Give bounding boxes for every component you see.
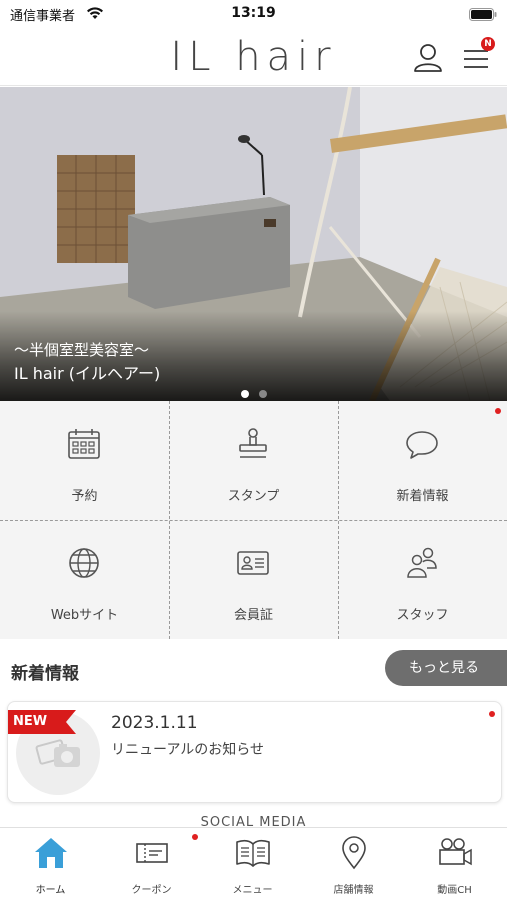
tab-label: ホーム [35, 885, 66, 896]
menu-label: 予約 [71, 489, 98, 504]
new-tag: NEW [8, 710, 76, 734]
feature-menu-grid: 予約 スタンプ 新着情報 Webサイト 会員証 スタッフ [0, 401, 507, 639]
news-date: 2023.1.11 [111, 713, 198, 733]
menu-label: スタッフ [396, 608, 449, 623]
unread-indicator [192, 834, 198, 840]
tab-label: メニュー [232, 885, 273, 896]
menu-item-stamp[interactable]: スタンプ [169, 401, 338, 520]
video-camera-icon [439, 838, 472, 866]
calendar-icon [68, 429, 100, 459]
coupon-icon [136, 843, 168, 863]
member-card-icon [237, 551, 269, 575]
slider-dot[interactable] [240, 390, 249, 398]
menu-item-member-card[interactable]: 会員証 [169, 520, 338, 639]
tab-label: クーポン [131, 885, 172, 896]
menu-label: 会員証 [233, 608, 273, 623]
home-icon [35, 838, 67, 868]
tab-label: 店舗情報 [333, 885, 374, 896]
tab-store-info[interactable]: 店舗情報 [303, 828, 404, 900]
app-header: IL hair N [0, 30, 507, 86]
menu-item-website[interactable]: Webサイト [0, 520, 169, 639]
staff-icon [407, 547, 437, 578]
menu-label: スタンプ [227, 489, 280, 504]
see-more-button[interactable]: もっと見る [385, 650, 507, 686]
slider-pagination [0, 383, 507, 401]
news-section-title: 新着情報 [11, 664, 79, 684]
menu-item-reservation[interactable]: 予約 [0, 401, 169, 520]
news-item-card[interactable]: NEW 2023.1.11 リニューアルのお知らせ [7, 701, 502, 803]
stamp-icon [239, 428, 267, 458]
map-pin-icon [342, 836, 366, 870]
hero-slider[interactable]: 〜半個室型美容室〜 IL hair (イルヘアー) [0, 87, 507, 401]
user-icon[interactable] [410, 40, 446, 76]
battery-icon [469, 8, 497, 21]
unread-indicator [495, 408, 501, 414]
book-icon [236, 839, 270, 867]
tab-coupon[interactable]: クーポン [101, 828, 202, 900]
menu-item-news[interactable]: 新着情報 [338, 401, 507, 520]
menu-label: 新着情報 [396, 489, 449, 504]
unread-indicator [489, 711, 495, 717]
tab-label: 動画CH [437, 885, 472, 896]
status-bar: 通信事業者 13:19 [0, 0, 507, 30]
hero-title: IL hair (イルヘアー) [14, 364, 161, 383]
tab-home[interactable]: ホーム [0, 828, 101, 900]
tab-menu[interactable]: メニュー [202, 828, 303, 900]
news-headline: リニューアルのお知らせ [111, 742, 265, 758]
bottom-tab-bar: ホーム クーポン メニュー 店舗情報 動画CH [0, 827, 507, 900]
tab-video-channel[interactable]: 動画CH [404, 828, 505, 900]
menu-label: Webサイト [50, 608, 119, 623]
globe-icon [69, 548, 99, 578]
speech-bubble-icon [406, 431, 438, 459]
clock: 13:19 [231, 5, 276, 21]
notification-badge: N [481, 37, 495, 51]
slider-dot[interactable] [258, 390, 267, 398]
menu-item-staff[interactable]: スタッフ [338, 520, 507, 639]
news-section-header: 新着情報 もっと見る [0, 640, 507, 696]
hero-subtitle: 〜半個室型美容室〜 [14, 341, 150, 359]
